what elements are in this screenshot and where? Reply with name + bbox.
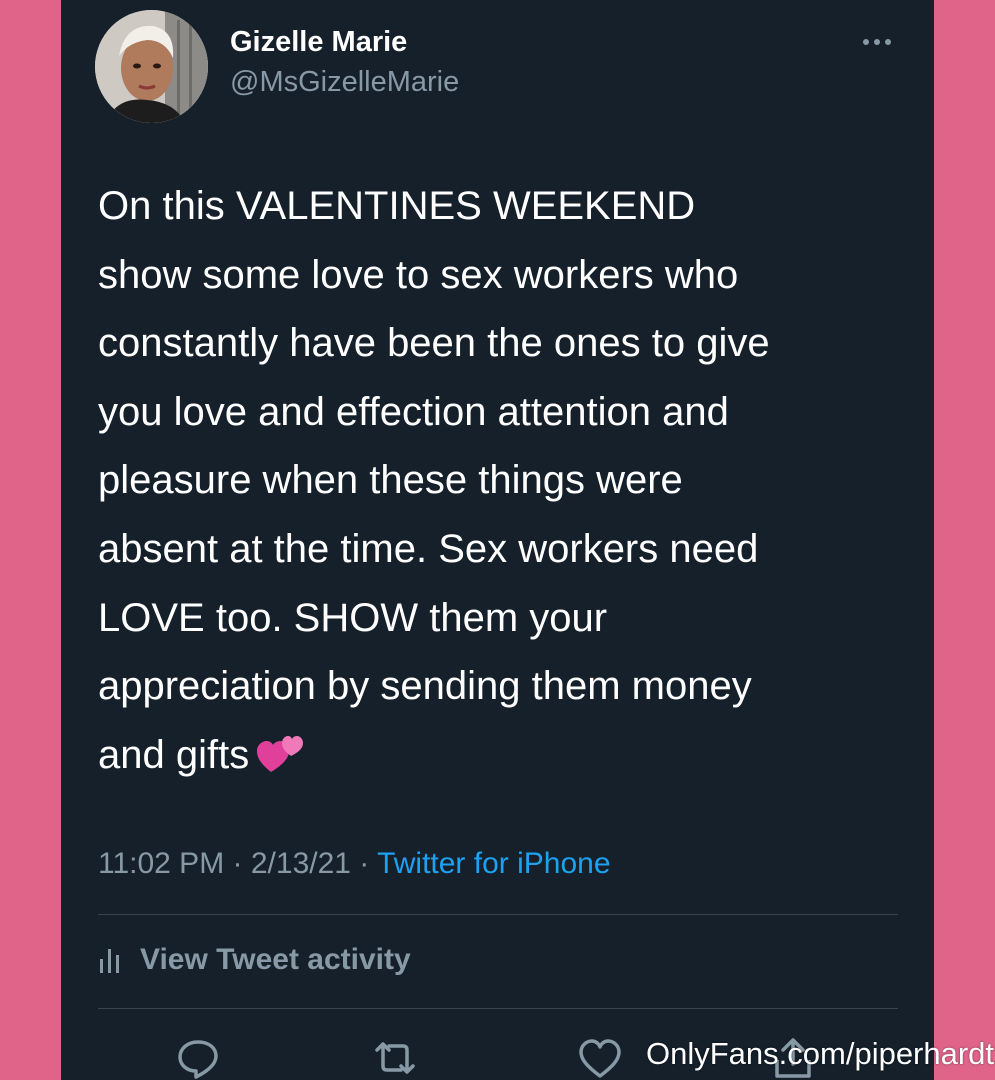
tweet-date: 2/13/21 bbox=[250, 847, 351, 880]
divider bbox=[98, 914, 898, 915]
display-name[interactable]: Gizelle Marie bbox=[230, 26, 407, 59]
tweet-time: 11:02 PM bbox=[98, 847, 225, 880]
analytics-icon bbox=[100, 949, 119, 973]
user-handle[interactable]: @MsGizelleMarie bbox=[230, 66, 459, 99]
meta-separator-2: · bbox=[350, 847, 378, 880]
avatar-image bbox=[95, 10, 208, 123]
reply-icon[interactable] bbox=[174, 1036, 222, 1080]
avatar[interactable] bbox=[95, 10, 208, 123]
tweet-source-link[interactable]: Twitter for iPhone bbox=[377, 847, 610, 880]
meta-separator-1: · bbox=[224, 847, 251, 880]
like-icon[interactable] bbox=[576, 1036, 624, 1080]
tweet-meta: 11:02 PM · 2/13/21 · Twitter for iPhone bbox=[98, 847, 611, 881]
onlyfans-watermark: OnlyFans.com/piperhardt bbox=[646, 1036, 995, 1071]
retweet-icon[interactable] bbox=[371, 1036, 419, 1080]
tweet-card: Gizelle Marie @MsGizelleMarie On this VA… bbox=[61, 0, 934, 1080]
two-hearts-emoji bbox=[257, 727, 304, 796]
tweet-text: On this VALENTINES WEEKEND show some lov… bbox=[98, 172, 910, 795]
more-options-icon[interactable] bbox=[861, 30, 893, 54]
view-tweet-activity-button[interactable]: View Tweet activity bbox=[98, 938, 411, 982]
tweet-text-body: On this VALENTINES WEEKEND show some lov… bbox=[98, 184, 770, 777]
divider bbox=[98, 1008, 898, 1009]
view-tweet-activity-label: View Tweet activity bbox=[140, 943, 411, 976]
